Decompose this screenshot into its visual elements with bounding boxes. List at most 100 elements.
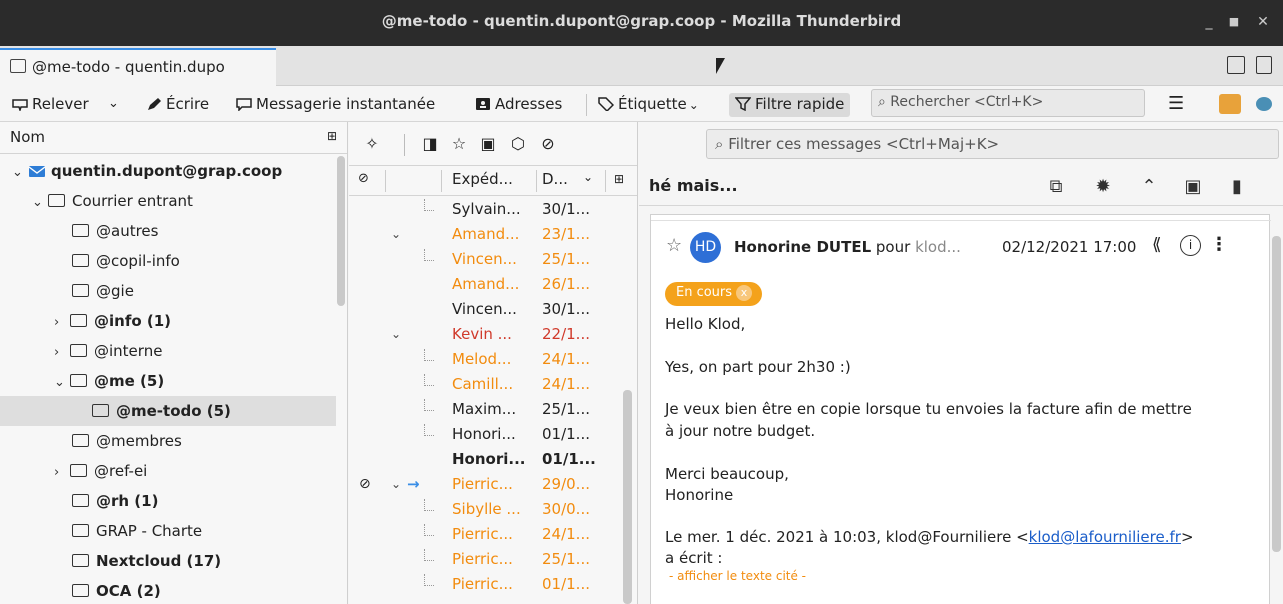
filter-messages-input[interactable]: ⌕ Filtrer ces messages <Ctrl+Maj+K> <box>706 129 1279 159</box>
attachment-icon[interactable]: ⊘ <box>539 135 557 153</box>
tag-button[interactable]: Étiquette ⌄ <box>598 93 699 117</box>
minimize-button[interactable]: _ <box>1197 10 1221 34</box>
message-row[interactable]: Melod... 24/1... <box>349 347 627 372</box>
folder-copil-info[interactable]: @copil-info <box>0 246 336 276</box>
folder-membres[interactable]: @membres <box>0 426 336 456</box>
message-row[interactable]: Sibylle ... 30/0... <box>349 497 627 522</box>
close-button[interactable]: ✕ <box>1251 10 1275 34</box>
remove-tag-icon[interactable]: x <box>736 285 753 301</box>
message-row[interactable]: Honori... 01/1... <box>349 422 627 447</box>
column-picker-icon[interactable]: ⊞ <box>614 172 624 186</box>
folder-ref-ei[interactable]: › @ref-ei <box>0 456 336 486</box>
column-picker-icon[interactable]: ⊞ <box>327 129 337 143</box>
recipient[interactable]: klod... <box>915 238 961 256</box>
show-quoted-text-link[interactable]: - afficher le texte cité - <box>669 569 806 583</box>
quick-filter-button[interactable]: Filtre rapide <box>729 93 851 117</box>
account-row[interactable]: ⌄ quentin.dupont@grap.coop <box>0 156 336 186</box>
sender-name[interactable]: Honorine DUTEL <box>734 238 871 256</box>
get-messages-button[interactable]: Relever <box>12 93 89 117</box>
chevron-down-icon[interactable]: ⌄ <box>54 368 70 398</box>
tag-badge[interactable]: En cours x <box>665 282 763 306</box>
sync-icon[interactable] <box>1256 97 1272 111</box>
message-row[interactable]: Pierric... 25/1... <box>349 547 627 572</box>
previous-chevron-icon[interactable]: ⌃ <box>1138 176 1160 198</box>
app-menu-icon[interactable]: ☰ <box>1168 93 1184 117</box>
folder-inbox[interactable]: ⌄ Courrier entrant <box>0 186 336 216</box>
folder-info[interactable]: › @info (1) <box>0 306 336 336</box>
folder-me-todo[interactable]: @me-todo (5) <box>0 396 336 426</box>
archive-icon[interactable]: ▣ <box>1182 176 1204 198</box>
maximize-button[interactable]: ■ <box>1222 10 1246 34</box>
message-row[interactable]: ⌄ Kevin ... 22/1... <box>349 322 627 347</box>
message-row[interactable]: ⌄ Amand... 23/1... <box>349 222 627 247</box>
message-row[interactable]: Vincen... 30/1... <box>349 297 627 322</box>
column-sender[interactable]: Expéd... <box>452 170 513 188</box>
chat-icon <box>236 98 252 111</box>
folder-icon <box>70 344 87 357</box>
chevron-right-icon[interactable]: › <box>54 338 70 368</box>
message-row[interactable]: Maxim... 25/1... <box>349 397 627 422</box>
chat-button[interactable]: Messagerie instantanée <box>236 93 435 117</box>
chevron-right-icon[interactable]: › <box>54 458 70 488</box>
write-button[interactable]: Écrire <box>146 93 209 117</box>
message-row[interactable]: Honori... 01/1... <box>349 447 627 472</box>
inbox-icon <box>48 194 65 207</box>
global-search-input[interactable]: ⌕ Rechercher <Ctrl+K> <box>871 89 1145 117</box>
chevron-right-icon[interactable]: › <box>54 308 70 338</box>
tag-icon[interactable]: ⬡ <box>509 135 527 153</box>
chevron-down-icon[interactable]: ⌄ <box>12 158 28 188</box>
attachment-column-icon[interactable]: ⊘ <box>358 171 369 186</box>
address-book-icon <box>476 98 490 110</box>
folder-icon <box>70 374 87 387</box>
folder-autres[interactable]: @autres <box>0 216 336 246</box>
address-book-button[interactable]: Adresses <box>475 93 562 117</box>
toolbar-separator <box>586 94 587 116</box>
unread-icon[interactable]: ◨ <box>421 135 439 153</box>
tab-me-todo[interactable]: @me-todo - quentin.dupo <box>0 48 276 86</box>
folder-icon <box>72 284 89 297</box>
junk-icon[interactable]: ✹ <box>1092 176 1114 198</box>
get-messages-dropdown[interactable]: ⌄ <box>108 93 119 117</box>
message-row[interactable]: Amand... 26/1... <box>349 272 627 297</box>
column-date[interactable]: D... <box>542 170 568 188</box>
email-link[interactable]: klod@lafourniliere.fr <box>1029 528 1181 546</box>
folder-gie[interactable]: @gie <box>0 276 336 306</box>
folder-nextcloud[interactable]: Nextcloud (17) <box>0 546 336 576</box>
message-row[interactable]: Sylvain... 30/1... <box>349 197 627 222</box>
star-icon[interactable]: ☆ <box>450 135 468 153</box>
folder-interne[interactable]: › @interne <box>0 336 336 366</box>
folder-rh[interactable]: @rh (1) <box>0 486 336 516</box>
column-divider <box>605 170 606 192</box>
thread-chevron-icon[interactable]: ⌄ <box>391 322 401 347</box>
pin-icon[interactable]: ✧ <box>363 135 381 153</box>
thread-chevron-icon[interactable]: ⌄ <box>391 472 401 497</box>
chevron-down-icon[interactable]: ⌄ <box>32 188 48 218</box>
reading-pane-scrollbar[interactable] <box>1272 236 1281 552</box>
delete-icon[interactable]: ▮ <box>1226 176 1248 198</box>
thread-line <box>424 524 434 536</box>
message-row[interactable]: Pierric... 01/1... <box>349 572 627 597</box>
message-row[interactable]: ⊘ ⌄ → Pierric... 29/0... <box>349 472 627 497</box>
tasks-icon[interactable] <box>1256 56 1272 74</box>
star-icon[interactable]: ☆ <box>666 235 682 256</box>
message-card: ☆ HD Honorine DUTEL pour klod... 02/12/2… <box>650 214 1271 604</box>
folder-oca[interactable]: OCA (2) <box>0 576 336 604</box>
info-icon[interactable]: i <box>1180 235 1201 256</box>
folder-column-header[interactable]: Nom ⊞ <box>0 122 347 154</box>
addon-icon[interactable] <box>1219 94 1241 114</box>
reply-all-icon[interactable]: ⟪ <box>1152 235 1161 255</box>
folder-grap-charte[interactable]: GRAP - Charte <box>0 516 336 546</box>
folder-scrollbar[interactable] <box>337 156 345 306</box>
sort-chevron-icon[interactable]: ⌄ <box>583 170 593 184</box>
calendar-icon[interactable] <box>1227 56 1245 74</box>
message-row[interactable]: Camill... 24/1... <box>349 372 627 397</box>
open-in-tab-icon[interactable]: ⧉ <box>1045 176 1067 198</box>
thread-chevron-icon[interactable]: ⌄ <box>391 222 401 247</box>
body-line: à jour notre budget. <box>665 422 816 440</box>
message-row[interactable]: Vincen... 25/1... <box>349 247 627 272</box>
more-options-icon[interactable]: ⋮ <box>1210 234 1228 255</box>
folder-me[interactable]: ⌄ @me (5) <box>0 366 336 396</box>
message-list-scrollbar[interactable] <box>623 390 632 604</box>
contact-icon[interactable]: ▣ <box>479 135 497 153</box>
message-row[interactable]: Pierric... 24/1... <box>349 522 627 547</box>
